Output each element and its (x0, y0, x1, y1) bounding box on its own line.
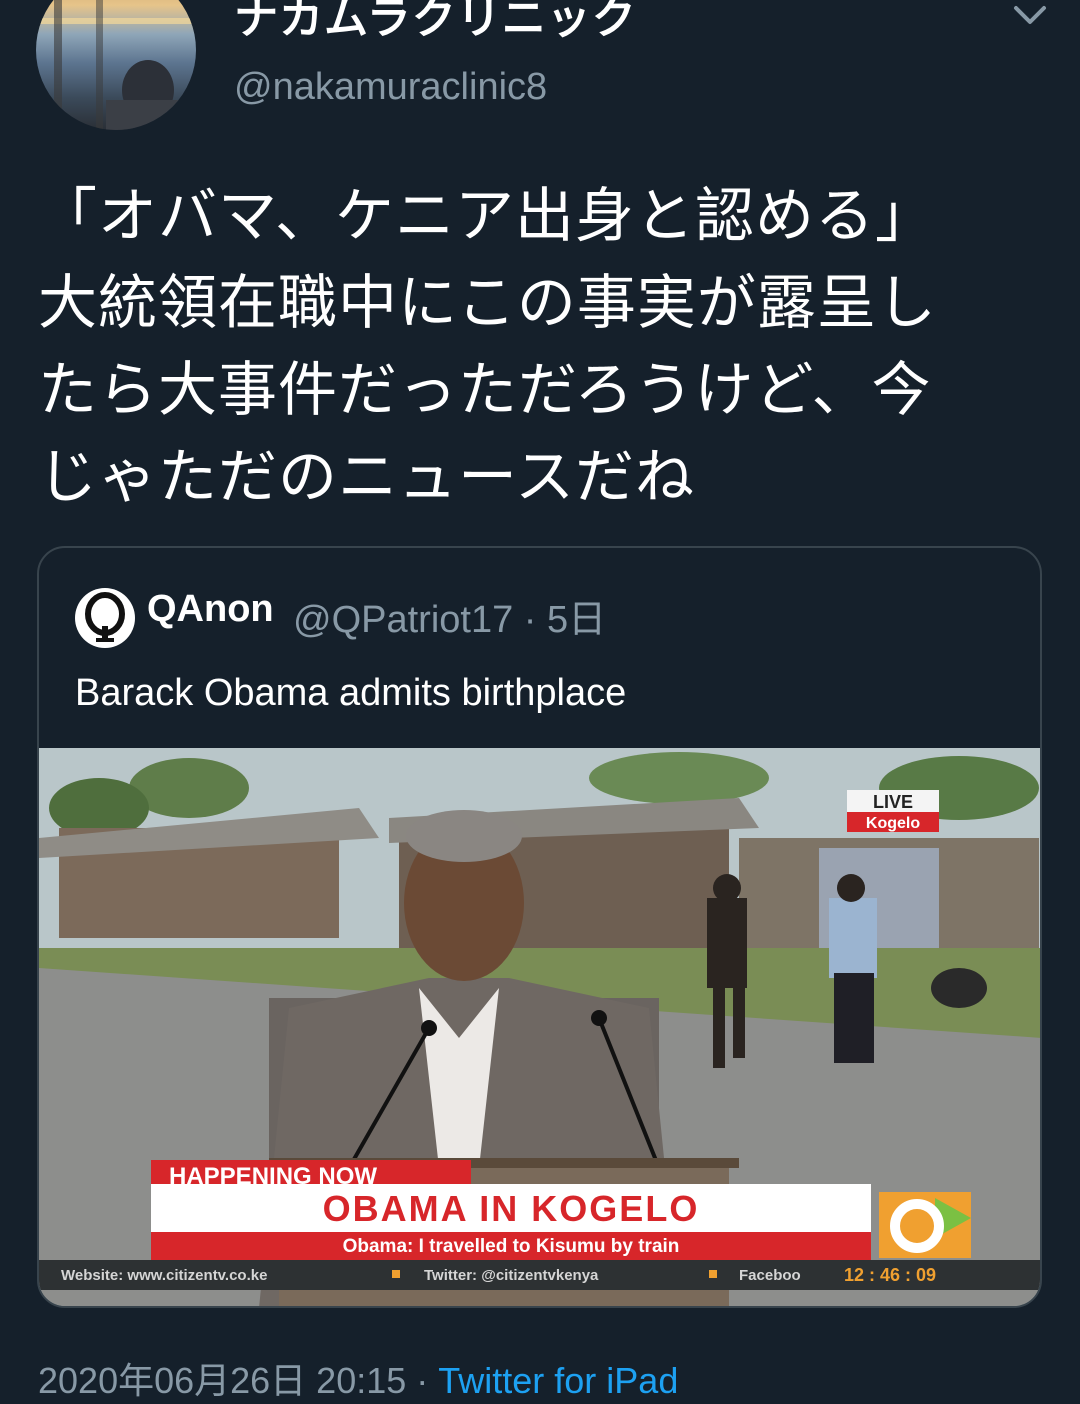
chevron-down-icon[interactable] (1010, 0, 1050, 34)
author-handle[interactable]: @nakamuraclinic8 (234, 66, 547, 109)
ticker-facebook: Faceboo (739, 1267, 801, 1284)
live-location: Kogelo (866, 815, 920, 832)
q-logo-icon (85, 592, 125, 642)
lower-third-headline: OBAMA IN KOGELO (323, 1188, 700, 1229)
tweet-text: 「オバマ、ケニア出身と認める」 大統領在職中にこの事実が露呈し たら大事件だった… (38, 181, 937, 511)
quoted-tweet-card[interactable]: QAnon @QPatriot17 · 5日 Barack Obama admi… (37, 546, 1042, 1308)
ticker-website: Website: www.citizentv.co.ke (61, 1267, 267, 1284)
quoted-time-ago[interactable]: 5日 (547, 599, 606, 641)
ticker-twitter: Twitter: @citizentvkenya (424, 1267, 599, 1284)
footer-separator: · (406, 1360, 439, 1401)
quoted-media-image[interactable]: LIVE Kogelo HAPPENING NOW OBAMA IN KOGEL… (39, 748, 1040, 1306)
author-display-name[interactable]: ナカムラクリニック (234, 0, 637, 46)
live-label: LIVE (873, 792, 913, 812)
news-broadcast-scene: LIVE Kogelo HAPPENING NOW OBAMA IN KOGEL… (39, 748, 1040, 1306)
tweet-timestamp[interactable]: 2020年06月26日 20:15 (38, 1360, 406, 1401)
meta-separator: · (523, 599, 537, 641)
tweet-footer: 2020年06月26日 20:15 · Twitter for iPad (38, 1352, 678, 1404)
broadcast-clock: 12 : 46 : 09 (844, 1265, 936, 1285)
quoted-author-meta: @QPatriot17 · 5日 (293, 588, 606, 643)
quoted-author-name[interactable]: QAnon (147, 588, 274, 631)
quoted-author-handle[interactable]: @QPatriot17 (293, 599, 513, 641)
lower-third-subhead: Obama: I travelled to Kisumu by train (343, 1236, 680, 1257)
author-avatar[interactable] (36, 0, 196, 130)
tweet-source-link[interactable]: Twitter for iPad (438, 1360, 678, 1401)
quoted-tweet-text: Barack Obama admits birthplace (75, 672, 627, 714)
quoted-author-avatar[interactable] (75, 588, 135, 648)
tweet-header: ナカムラクリニック @nakamuraclinic8 (0, 0, 1080, 140)
